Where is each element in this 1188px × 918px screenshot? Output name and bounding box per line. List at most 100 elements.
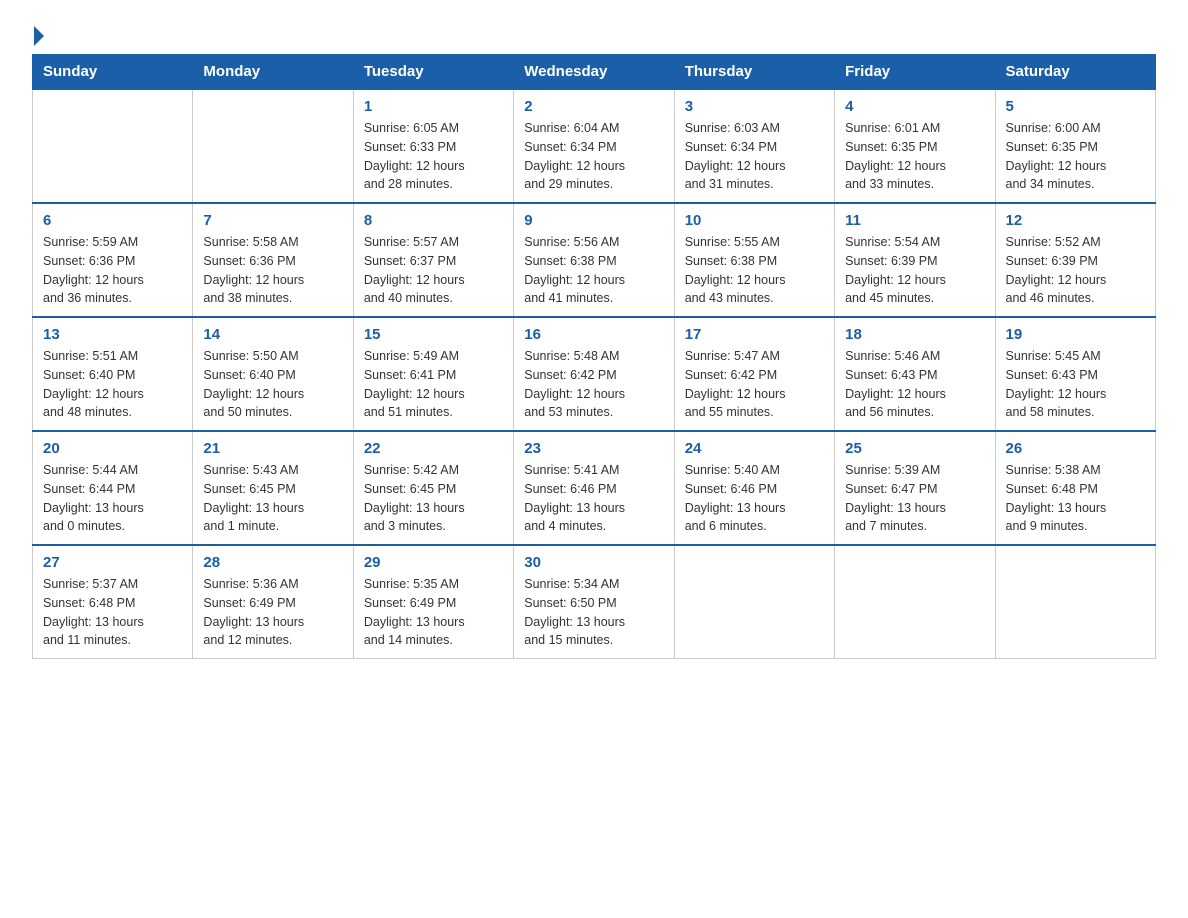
day-detail: Sunrise: 5:54 AMSunset: 6:39 PMDaylight:… [845, 233, 984, 308]
day-detail: Sunrise: 5:57 AMSunset: 6:37 PMDaylight:… [364, 233, 503, 308]
day-number: 21 [203, 440, 342, 457]
day-number: 29 [364, 554, 503, 571]
day-number: 18 [845, 326, 984, 343]
calendar-cell-2-2: 7 Sunrise: 5:58 AMSunset: 6:36 PMDaylight… [193, 203, 353, 317]
calendar-cell-1-1 [33, 89, 193, 203]
day-detail: Sunrise: 5:55 AMSunset: 6:38 PMDaylight:… [685, 233, 824, 308]
day-number: 1 [364, 98, 503, 115]
calendar-cell-1-6: 4 Sunrise: 6:01 AMSunset: 6:35 PMDaylight… [835, 89, 995, 203]
calendar-cell-4-4: 23 Sunrise: 5:41 AMSunset: 6:46 PMDayligh… [514, 431, 674, 545]
calendar-week-row-4: 20 Sunrise: 5:44 AMSunset: 6:44 PMDayligh… [33, 431, 1156, 545]
calendar-cell-2-5: 10Sunrise: 5:55 AMSunset: 6:38 PMDayligh… [674, 203, 834, 317]
calendar-cell-1-7: 5Sunrise: 6:00 AMSunset: 6:35 PMDaylight… [995, 89, 1155, 203]
day-detail: Sunrise: 5:56 AMSunset: 6:38 PMDaylight:… [524, 233, 663, 308]
day-number: 16 [524, 326, 663, 343]
calendar-week-row-1: 1 Sunrise: 6:05 AMSunset: 6:33 PMDaylight… [33, 89, 1156, 203]
day-detail: Sunrise: 5:39 AMSunset: 6:47 PMDaylight:… [845, 461, 984, 536]
calendar-header-saturday: Saturday [995, 55, 1155, 90]
day-number: 19 [1006, 326, 1145, 343]
calendar-cell-4-2: 21 Sunrise: 5:43 AMSunset: 6:45 PMDayligh… [193, 431, 353, 545]
day-number: 15 [364, 326, 503, 343]
day-number: 3 [685, 98, 824, 115]
calendar-week-row-5: 27 Sunrise: 5:37 AMSunset: 6:48 PMDayligh… [33, 545, 1156, 659]
calendar-header-tuesday: Tuesday [353, 55, 513, 90]
day-number: 13 [43, 326, 182, 343]
calendar-cell-5-1: 27 Sunrise: 5:37 AMSunset: 6:48 PMDayligh… [33, 545, 193, 659]
calendar-cell-1-5: 3 Sunrise: 6:03 AMSunset: 6:34 PMDaylight… [674, 89, 834, 203]
day-detail: Sunrise: 5:41 AMSunset: 6:46 PMDaylight:… [524, 461, 663, 536]
calendar-cell-3-4: 16 Sunrise: 5:48 AMSunset: 6:42 PMDayligh… [514, 317, 674, 431]
day-number: 22 [364, 440, 503, 457]
day-number: 24 [685, 440, 824, 457]
calendar-header-friday: Friday [835, 55, 995, 90]
calendar-header-monday: Monday [193, 55, 353, 90]
day-number: 23 [524, 440, 663, 457]
page-header [32, 24, 1156, 46]
calendar-header-row: SundayMondayTuesdayWednesdayThursdayFrid… [33, 55, 1156, 90]
day-detail: Sunrise: 5:40 AMSunset: 6:46 PMDaylight:… [685, 461, 824, 536]
day-detail: Sunrise: 6:05 AMSunset: 6:33 PMDaylight:… [364, 119, 503, 194]
day-detail: Sunrise: 5:36 AMSunset: 6:49 PMDaylight:… [203, 575, 342, 650]
calendar-cell-2-6: 11 Sunrise: 5:54 AMSunset: 6:39 PMDayligh… [835, 203, 995, 317]
calendar-cell-4-5: 24 Sunrise: 5:40 AMSunset: 6:46 PMDayligh… [674, 431, 834, 545]
calendar-cell-5-4: 30Sunrise: 5:34 AMSunset: 6:50 PMDayligh… [514, 545, 674, 659]
calendar-header-wednesday: Wednesday [514, 55, 674, 90]
calendar-cell-3-6: 18 Sunrise: 5:46 AMSunset: 6:43 PMDayligh… [835, 317, 995, 431]
calendar-cell-5-5 [674, 545, 834, 659]
day-detail: Sunrise: 5:37 AMSunset: 6:48 PMDaylight:… [43, 575, 182, 650]
calendar-cell-3-2: 14 Sunrise: 5:50 AMSunset: 6:40 PMDayligh… [193, 317, 353, 431]
calendar-week-row-2: 6Sunrise: 5:59 AMSunset: 6:36 PMDaylight… [33, 203, 1156, 317]
day-detail: Sunrise: 6:03 AMSunset: 6:34 PMDaylight:… [685, 119, 824, 194]
day-number: 17 [685, 326, 824, 343]
logo [32, 24, 46, 46]
calendar-cell-5-6 [835, 545, 995, 659]
day-number: 14 [203, 326, 342, 343]
day-number: 25 [845, 440, 984, 457]
day-number: 7 [203, 212, 342, 229]
day-detail: Sunrise: 5:58 AMSunset: 6:36 PMDaylight:… [203, 233, 342, 308]
day-detail: Sunrise: 5:49 AMSunset: 6:41 PMDaylight:… [364, 347, 503, 422]
calendar-cell-5-2: 28 Sunrise: 5:36 AMSunset: 6:49 PMDayligh… [193, 545, 353, 659]
calendar-header-thursday: Thursday [674, 55, 834, 90]
day-detail: Sunrise: 5:59 AMSunset: 6:36 PMDaylight:… [43, 233, 182, 308]
day-detail: Sunrise: 5:45 AMSunset: 6:43 PMDaylight:… [1006, 347, 1145, 422]
day-number: 30 [524, 554, 663, 571]
calendar-table: SundayMondayTuesdayWednesdayThursdayFrid… [32, 54, 1156, 659]
day-number: 9 [524, 212, 663, 229]
calendar-cell-4-6: 25 Sunrise: 5:39 AMSunset: 6:47 PMDayligh… [835, 431, 995, 545]
day-detail: Sunrise: 5:50 AMSunset: 6:40 PMDaylight:… [203, 347, 342, 422]
day-detail: Sunrise: 5:44 AMSunset: 6:44 PMDaylight:… [43, 461, 182, 536]
calendar-cell-2-1: 6Sunrise: 5:59 AMSunset: 6:36 PMDaylight… [33, 203, 193, 317]
calendar-cell-4-1: 20 Sunrise: 5:44 AMSunset: 6:44 PMDayligh… [33, 431, 193, 545]
day-number: 11 [845, 212, 984, 229]
calendar-header-sunday: Sunday [33, 55, 193, 90]
day-detail: Sunrise: 5:51 AMSunset: 6:40 PMDaylight:… [43, 347, 182, 422]
day-number: 4 [845, 98, 984, 115]
day-number: 26 [1006, 440, 1145, 457]
day-number: 20 [43, 440, 182, 457]
day-detail: Sunrise: 6:00 AMSunset: 6:35 PMDaylight:… [1006, 119, 1145, 194]
day-detail: Sunrise: 6:01 AMSunset: 6:35 PMDaylight:… [845, 119, 984, 194]
day-detail: Sunrise: 5:48 AMSunset: 6:42 PMDaylight:… [524, 347, 663, 422]
calendar-cell-1-4: 2 Sunrise: 6:04 AMSunset: 6:34 PMDaylight… [514, 89, 674, 203]
calendar-week-row-3: 13 Sunrise: 5:51 AMSunset: 6:40 PMDayligh… [33, 317, 1156, 431]
calendar-cell-2-4: 9 Sunrise: 5:56 AMSunset: 6:38 PMDaylight… [514, 203, 674, 317]
calendar-cell-4-3: 22 Sunrise: 5:42 AMSunset: 6:45 PMDayligh… [353, 431, 513, 545]
day-detail: Sunrise: 5:43 AMSunset: 6:45 PMDaylight:… [203, 461, 342, 536]
day-number: 28 [203, 554, 342, 571]
day-number: 2 [524, 98, 663, 115]
calendar-cell-3-7: 19 Sunrise: 5:45 AMSunset: 6:43 PMDayligh… [995, 317, 1155, 431]
day-detail: Sunrise: 5:46 AMSunset: 6:43 PMDaylight:… [845, 347, 984, 422]
day-detail: Sunrise: 5:52 AMSunset: 6:39 PMDaylight:… [1006, 233, 1145, 308]
calendar-cell-5-3: 29Sunrise: 5:35 AMSunset: 6:49 PMDayligh… [353, 545, 513, 659]
calendar-cell-4-7: 26 Sunrise: 5:38 AMSunset: 6:48 PMDayligh… [995, 431, 1155, 545]
day-detail: Sunrise: 5:42 AMSunset: 6:45 PMDaylight:… [364, 461, 503, 536]
day-number: 12 [1006, 212, 1145, 229]
day-number: 27 [43, 554, 182, 571]
day-detail: Sunrise: 5:47 AMSunset: 6:42 PMDaylight:… [685, 347, 824, 422]
day-number: 8 [364, 212, 503, 229]
day-detail: Sunrise: 6:04 AMSunset: 6:34 PMDaylight:… [524, 119, 663, 194]
calendar-cell-3-3: 15 Sunrise: 5:49 AMSunset: 6:41 PMDayligh… [353, 317, 513, 431]
day-detail: Sunrise: 5:38 AMSunset: 6:48 PMDaylight:… [1006, 461, 1145, 536]
calendar-cell-2-3: 8 Sunrise: 5:57 AMSunset: 6:37 PMDaylight… [353, 203, 513, 317]
